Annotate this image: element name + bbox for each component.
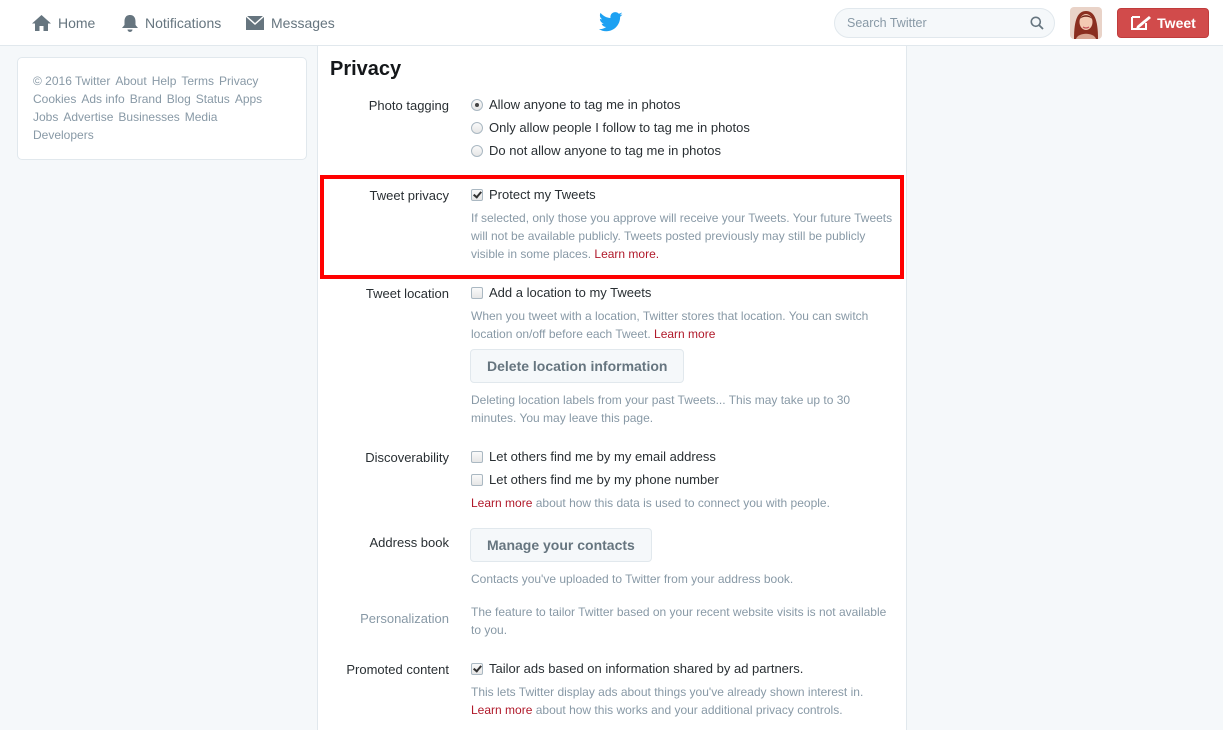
personalization-label: Personalization bbox=[360, 611, 449, 626]
option-label: Do not allow anyone to tag me in photos bbox=[489, 143, 721, 158]
nav-home[interactable]: Home bbox=[31, 0, 95, 46]
avatar[interactable] bbox=[1070, 7, 1102, 39]
search-icon[interactable] bbox=[1030, 16, 1044, 30]
discoverability-learn-more-link[interactable]: Learn more bbox=[471, 496, 532, 510]
promoted-content-label: Promoted content bbox=[346, 662, 449, 677]
add-location-checkbox[interactable] bbox=[471, 286, 483, 299]
nav-notifications[interactable]: Notifications bbox=[121, 0, 221, 46]
find-by-phone-label: Let others find me by my phone number bbox=[489, 472, 719, 487]
delete-location-help: Deleting location labels from your past … bbox=[471, 393, 851, 425]
footer-links-card: © 2016 Twitter About Help Terms Privacy Cook… bbox=[17, 57, 307, 160]
user-avatar-image bbox=[1070, 7, 1102, 39]
footer-link-blog[interactable]: Blog bbox=[167, 92, 191, 106]
option-label: Allow anyone to tag me in photos bbox=[489, 97, 681, 112]
twitter-bird-logo[interactable] bbox=[599, 12, 623, 32]
discoverability-label: Discoverability bbox=[365, 450, 449, 465]
radio-button[interactable] bbox=[471, 121, 483, 134]
find-by-email-checkbox[interactable] bbox=[471, 450, 483, 463]
privacy-settings-panel: Privacy Photo tagging Allow anyone to ta… bbox=[317, 46, 907, 730]
radio-button[interactable] bbox=[471, 98, 483, 111]
footer-link-about[interactable]: About bbox=[115, 74, 146, 88]
footer-link-developers[interactable]: Developers bbox=[33, 128, 94, 142]
home-icon bbox=[32, 15, 51, 31]
footer-link-status[interactable]: Status bbox=[196, 92, 230, 106]
address-book-label: Address book bbox=[369, 535, 450, 550]
footer-link-ads-info[interactable]: Ads info bbox=[81, 92, 124, 106]
promoted-content-help-text-2: about how this works and your additional… bbox=[535, 703, 843, 717]
tailor-ads-checkbox[interactable] bbox=[471, 662, 483, 675]
photo-tagging-option-following[interactable]: Only allow people I follow to tag me in … bbox=[471, 120, 750, 135]
footer-link-privacy[interactable]: Privacy bbox=[219, 74, 258, 88]
page-title: Privacy bbox=[330, 58, 402, 80]
tweet-button[interactable]: Tweet bbox=[1117, 8, 1209, 38]
footer-copyright: © 2016 Twitter bbox=[33, 74, 111, 88]
personalization-help: The feature to tailor Twitter based on y… bbox=[471, 605, 887, 637]
nav-messages[interactable]: Messages bbox=[245, 0, 335, 46]
tweet-location-label: Tweet location bbox=[365, 286, 449, 301]
add-location-label: Add a location to my Tweets bbox=[489, 285, 652, 300]
add-location-checkbox-row[interactable]: Add a location to my Tweets bbox=[471, 285, 651, 300]
top-nav-bar: Home Notifications Messages Tweet bbox=[0, 0, 1223, 46]
nav-home-label: Home bbox=[58, 15, 96, 31]
promoted-content-learn-more-link[interactable]: Learn more bbox=[471, 703, 532, 717]
footer-link-terms[interactable]: Terms bbox=[181, 74, 214, 88]
tweet-location-learn-more-link[interactable]: Learn more bbox=[654, 327, 715, 341]
envelope-icon bbox=[245, 15, 265, 30]
footer-link-jobs[interactable]: Jobs bbox=[33, 110, 58, 124]
find-by-phone-checkbox[interactable] bbox=[471, 473, 483, 486]
highlight-box bbox=[320, 175, 904, 279]
find-by-email-label: Let others find me by my email address bbox=[489, 449, 716, 464]
promoted-content-help: This lets Twitter display ads about thin… bbox=[471, 683, 896, 719]
tailor-ads-label: Tailor ads based on information shared b… bbox=[489, 661, 804, 676]
footer-link-help[interactable]: Help bbox=[152, 74, 177, 88]
footer-link-businesses[interactable]: Businesses bbox=[118, 110, 179, 124]
compose-icon bbox=[1131, 16, 1152, 30]
discoverability-help: Learn more about how this data is used t… bbox=[471, 494, 896, 512]
find-by-phone-checkbox-row[interactable]: Let others find me by my phone number bbox=[471, 472, 719, 487]
nav-notifications-label: Notifications bbox=[145, 15, 222, 31]
find-by-email-checkbox-row[interactable]: Let others find me by my email address bbox=[471, 449, 716, 464]
search-box[interactable] bbox=[834, 8, 1055, 38]
footer-link-media[interactable]: Media bbox=[185, 110, 218, 124]
promoted-content-help-text: This lets Twitter display ads about thin… bbox=[471, 685, 864, 699]
footer-link-apps[interactable]: Apps bbox=[235, 92, 262, 106]
footer-link-cookies[interactable]: Cookies bbox=[33, 92, 76, 106]
footer-link-brand[interactable]: Brand bbox=[130, 92, 162, 106]
tailor-ads-checkbox-row[interactable]: Tailor ads based on information shared b… bbox=[471, 661, 803, 676]
option-label: Only allow people I follow to tag me in … bbox=[489, 120, 750, 135]
bell-icon bbox=[122, 14, 138, 32]
footer-link-advertise[interactable]: Advertise bbox=[63, 110, 113, 124]
delete-location-button[interactable]: Delete location information bbox=[470, 349, 685, 383]
manage-contacts-button[interactable]: Manage your contacts bbox=[470, 528, 652, 562]
tweet-location-help: When you tweet with a location, Twitter … bbox=[471, 307, 881, 343]
search-input[interactable] bbox=[847, 16, 1030, 30]
photo-tagging-option-none[interactable]: Do not allow anyone to tag me in photos bbox=[471, 143, 721, 158]
radio-button[interactable] bbox=[471, 144, 483, 157]
photo-tagging-label: Photo tagging bbox=[368, 98, 449, 113]
address-book-help: Contacts you've uploaded to Twitter from… bbox=[471, 572, 794, 586]
tweet-button-label: Tweet bbox=[1157, 15, 1196, 31]
photo-tagging-option-anyone[interactable]: Allow anyone to tag me in photos bbox=[471, 97, 681, 112]
discoverability-help-text: about how this data is used to connect y… bbox=[535, 496, 830, 510]
nav-messages-label: Messages bbox=[271, 15, 335, 31]
